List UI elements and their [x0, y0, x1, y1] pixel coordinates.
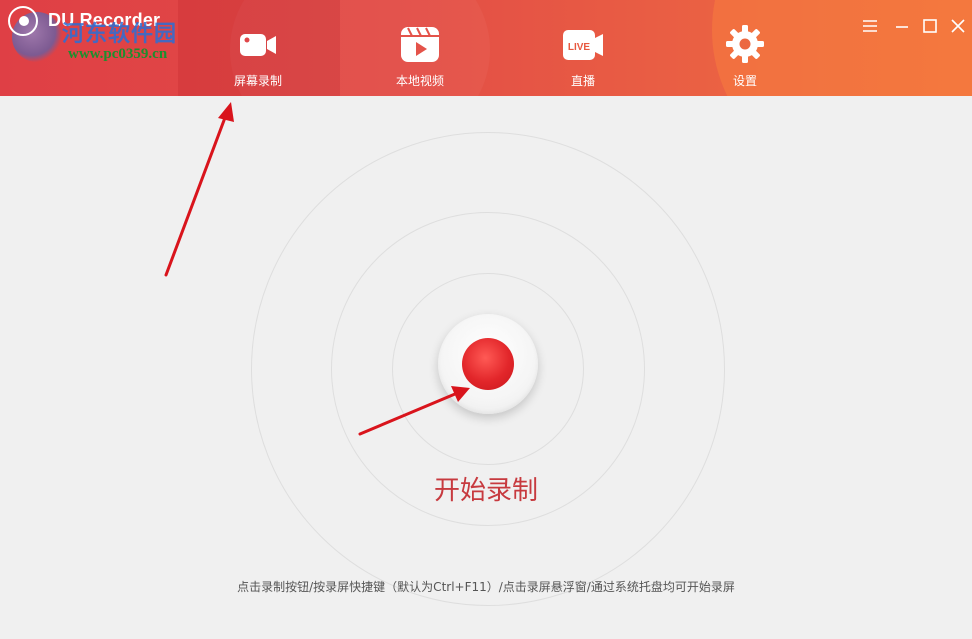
- title-bar: DU Recorder 河东软件园 www.pc0359.cn 屏幕录制 本地视…: [0, 0, 972, 96]
- app-logo-icon: [8, 6, 38, 36]
- annotation-arrow-to-tab: [164, 102, 234, 277]
- tab-screen-record[interactable]: 屏幕录制: [198, 0, 318, 96]
- close-icon[interactable]: [948, 16, 968, 36]
- gear-icon: [726, 25, 764, 63]
- tab-live-label: 直播: [570, 74, 595, 88]
- tab-local-video[interactable]: 本地视频: [360, 0, 480, 96]
- start-record-button[interactable]: [438, 314, 538, 414]
- maximize-icon[interactable]: [920, 16, 940, 36]
- live-badge-text: LIVE: [568, 42, 591, 53]
- record-hint-text: 点击录制按钮/按录屏快捷键（默认为Ctrl+F11）/点击录屏悬浮窗/通过系统托…: [237, 580, 735, 594]
- watermark-text: 河东软件园: [62, 21, 178, 47]
- minimize-icon[interactable]: [892, 16, 912, 36]
- record-dot-icon: [462, 338, 514, 390]
- start-record-label[interactable]: 开始录制: [386, 470, 586, 507]
- video-camera-icon: [240, 34, 276, 56]
- tab-settings[interactable]: 设置: [685, 0, 805, 96]
- watermark-url: www.pc0359.cn: [68, 46, 168, 62]
- menu-icon[interactable]: [860, 16, 880, 36]
- video-file-icon: [401, 27, 439, 62]
- live-camera-icon: LIVE: [563, 30, 603, 60]
- tab-live[interactable]: LIVE 直播: [523, 0, 643, 96]
- tab-screen-record-label: 屏幕录制: [233, 74, 282, 88]
- tab-local-video-label: 本地视频: [395, 74, 444, 88]
- tab-settings-label: 设置: [732, 74, 757, 88]
